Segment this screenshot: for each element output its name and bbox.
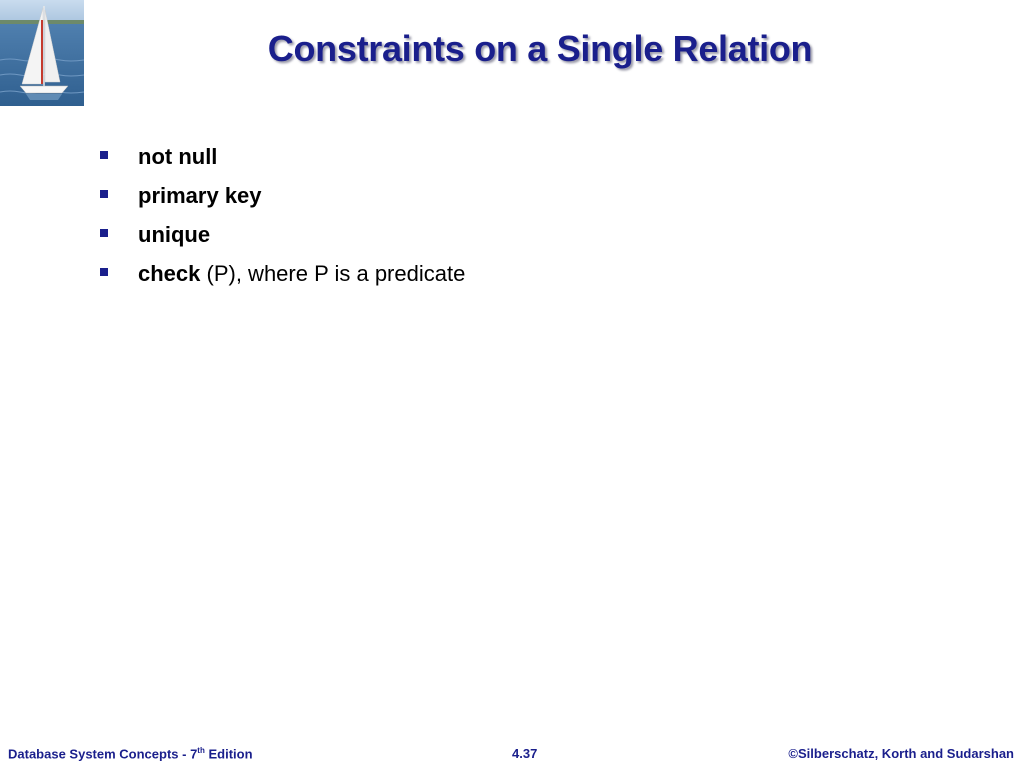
list-item: check (P), where P is a predicate — [100, 254, 465, 293]
slide-title: Constraints on a Single Relation — [267, 28, 813, 69]
bullet-keyword: primary key — [138, 182, 262, 208]
sailboat-icon — [0, 0, 84, 106]
bullet-list: not null primary key unique check (P), w… — [100, 137, 465, 293]
list-item: not null — [100, 137, 465, 176]
footer-page-number: 4.37 — [512, 746, 538, 761]
sailboat-logo-image — [0, 0, 84, 106]
footer-book-prefix: Database System Concepts - 7 — [8, 746, 198, 762]
bullet-text: (P), where P is a predicate — [200, 260, 466, 286]
slide: Constraints on a Single Relation not nul… — [0, 0, 1024, 768]
square-bullet-icon — [100, 267, 108, 276]
footer-copyright: ©Silberschatz, Korth and Sudarshan — [788, 746, 1014, 761]
list-item: primary key — [100, 176, 465, 215]
footer-book-sup: th — [197, 746, 205, 755]
bullet-keyword: check — [138, 260, 201, 286]
footer: Database System Concepts - 7th Edition 4… — [0, 744, 1024, 764]
bullet-keyword: unique — [138, 221, 211, 247]
bullet-keyword: not null — [138, 143, 218, 169]
square-bullet-icon — [100, 228, 108, 237]
list-item: unique — [100, 215, 465, 254]
square-bullet-icon — [100, 189, 108, 198]
footer-book-title: Database System Concepts - 7th Edition — [8, 746, 253, 761]
footer-book-suffix: Edition — [204, 746, 253, 762]
square-bullet-icon — [100, 150, 108, 159]
